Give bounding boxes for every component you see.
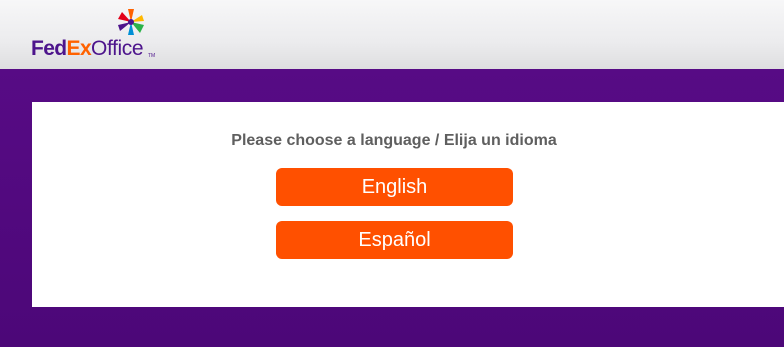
- logo-trademark: TM: [148, 53, 156, 59]
- fedex-office-wordmark: FedExOffice: [31, 37, 144, 61]
- logo-ex-text: Ex: [66, 37, 92, 60]
- fedex-office-star-icon: [118, 9, 144, 35]
- logo-fed-text: Fed: [31, 37, 67, 60]
- english-button[interactable]: English: [276, 168, 513, 206]
- fedex-office-logo[interactable]: FedExOffice TM: [31, 7, 161, 63]
- logo-office-text: Office: [91, 37, 144, 60]
- espanol-button[interactable]: Español: [276, 221, 513, 259]
- language-select-card: Please choose a language / Elija un idio…: [32, 102, 784, 307]
- language-prompt: Please choose a language / Elija un idio…: [231, 132, 557, 149]
- site-header: FedExOffice TM: [0, 0, 784, 69]
